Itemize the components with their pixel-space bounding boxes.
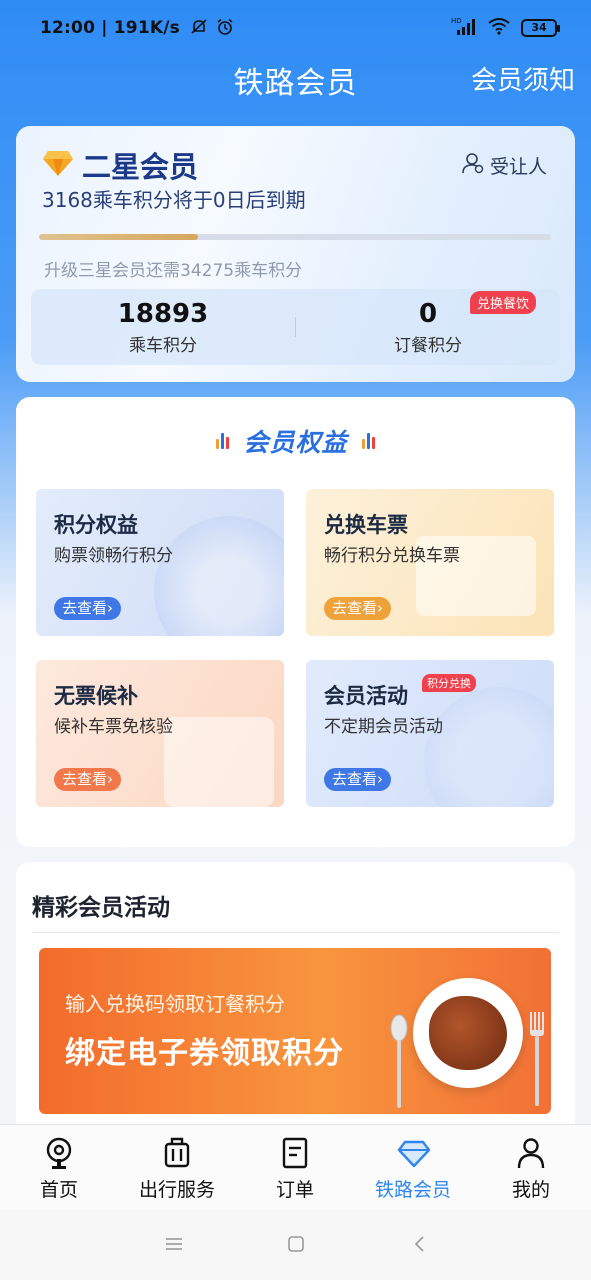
menu-icon[interactable] <box>164 1234 184 1254</box>
nav-home[interactable]: 首页 <box>0 1125 118 1211</box>
back-icon[interactable] <box>410 1234 430 1254</box>
bottom-navigation: 首页 出行服务 订单 铁路会员 我的 <box>0 1124 591 1210</box>
home-train-icon <box>46 1137 72 1169</box>
points-exchange-tag: 积分兑换 <box>422 674 476 692</box>
meal-points[interactable]: 0 订餐积分 兑换餐饮 <box>296 289 560 365</box>
tile-title: 无票候补 <box>54 684 138 708</box>
nav-mine[interactable]: 我的 <box>472 1125 590 1211</box>
gold-diamond-icon <box>42 149 74 181</box>
ride-points-value: 18893 <box>117 299 209 329</box>
ride-points-label: 乘车积分 <box>129 336 197 356</box>
transferee-label: 受让人 <box>489 156 547 178</box>
banner-title: 绑定电子券领取积分 <box>65 1036 344 1071</box>
member-rules-link[interactable]: 会员须知 <box>471 60 575 97</box>
member-benefits-section: 会员权益 积分权益 购票领畅行积分 去查看› 兑换车票 畅行积分兑换车票 去查看… <box>16 397 575 847</box>
activity-banner[interactable]: 输入兑换码领取订餐积分 绑定电子券领取积分 <box>39 948 551 1114</box>
nav-orders[interactable]: 订单 <box>236 1125 354 1211</box>
benefits-title: 会员权益 <box>243 428 348 457</box>
rail-logo-decoration <box>154 516 284 636</box>
nav-label: 出行服务 <box>138 1179 215 1201</box>
home-square-icon[interactable] <box>286 1234 306 1254</box>
mute-icon <box>190 18 208 41</box>
nav-travel-services[interactable]: 出行服务 <box>118 1125 236 1211</box>
status-time: 12:00 | 191K/s <box>40 18 234 41</box>
view-button[interactable]: 去查看› <box>324 597 391 620</box>
tile-title: 兑换车票 <box>324 513 408 537</box>
tile-subtitle: 不定期会员活动 <box>324 717 443 737</box>
ride-points[interactable]: 18893 乘车积分 <box>31 289 295 365</box>
divider <box>32 932 559 933</box>
tile-title: 会员活动 <box>324 684 408 708</box>
bars-decoration-icon <box>361 433 375 449</box>
view-button[interactable]: 去查看› <box>324 768 391 791</box>
member-card: 二星会员 受让人 3168乘车积分将于0日后到期 升级三星会员还需34275乘车… <box>16 126 575 382</box>
tile-exchange-ticket[interactable]: 兑换车票 畅行积分兑换车票 去查看› <box>306 489 554 636</box>
nav-label: 我的 <box>511 1179 550 1201</box>
phone-decoration <box>164 717 274 807</box>
money-bag-decoration <box>424 687 554 807</box>
meal-points-label: 订餐积分 <box>394 336 462 356</box>
nav-label: 首页 <box>39 1179 78 1201</box>
nav-label: 铁路会员 <box>374 1179 451 1201</box>
system-navigation-bar <box>0 1210 591 1280</box>
nav-label: 订单 <box>275 1179 314 1201</box>
tile-points-benefits[interactable]: 积分权益 购票领畅行积分 去查看› <box>36 489 284 636</box>
exchange-meal-badge[interactable]: 兑换餐饮 <box>470 291 537 314</box>
tile-subtitle: 候补车票免核验 <box>54 717 173 737</box>
tile-waitlist[interactable]: 无票候补 候补车票免核验 去查看› <box>36 660 284 807</box>
tile-subtitle: 畅行积分兑换车票 <box>324 546 460 566</box>
battery-icon: 34 <box>521 19 560 37</box>
wifi-icon <box>487 17 511 39</box>
points-expire-text: 3168乘车积分将于0日后到期 <box>42 188 306 212</box>
fork-icon <box>530 1012 544 1106</box>
activities-title: 精彩会员活动 <box>32 895 170 921</box>
order-icon <box>282 1137 308 1169</box>
member-activities-section: 精彩会员活动 输入兑换码领取订餐积分 绑定电子券领取积分 <box>16 862 575 1152</box>
diamond-icon <box>398 1140 430 1168</box>
hd-signal-icon: HD <box>451 16 477 40</box>
nav-railway-member[interactable]: 铁路会员 <box>354 1125 472 1211</box>
svg-text:HD: HD <box>451 17 462 25</box>
bars-decoration-icon <box>216 433 230 449</box>
view-button[interactable]: 去查看› <box>54 768 121 791</box>
luggage-icon <box>164 1137 190 1168</box>
transferee-button[interactable]: 受让人 <box>462 152 547 179</box>
points-summary: 18893 乘车积分 0 订餐积分 兑换餐饮 <box>31 289 560 365</box>
view-button[interactable]: 去查看› <box>54 597 121 620</box>
level-progress-fill <box>39 234 198 240</box>
member-level: 二星会员 <box>82 150 199 184</box>
tile-title: 积分权益 <box>54 513 138 537</box>
steak-image <box>429 996 507 1070</box>
alarm-icon <box>216 18 234 41</box>
user-settings-icon <box>462 152 484 179</box>
upgrade-hint: 升级三星会员还需34275乘车积分 <box>44 261 303 281</box>
banner-subtitle: 输入兑换码领取订餐积分 <box>65 992 285 1016</box>
tile-subtitle: 购票领畅行积分 <box>54 546 173 566</box>
tile-member-activities[interactable]: 会员活动 积分兑换 不定期会员活动 去查看› <box>306 660 554 807</box>
spoon-icon <box>390 1014 408 1108</box>
level-progress-bar <box>39 234 551 240</box>
user-icon <box>517 1138 545 1169</box>
status-bar: 12:00 | 191K/s HD 34 <box>0 0 591 58</box>
app-header: 铁路会员 会员须知 <box>0 58 591 102</box>
